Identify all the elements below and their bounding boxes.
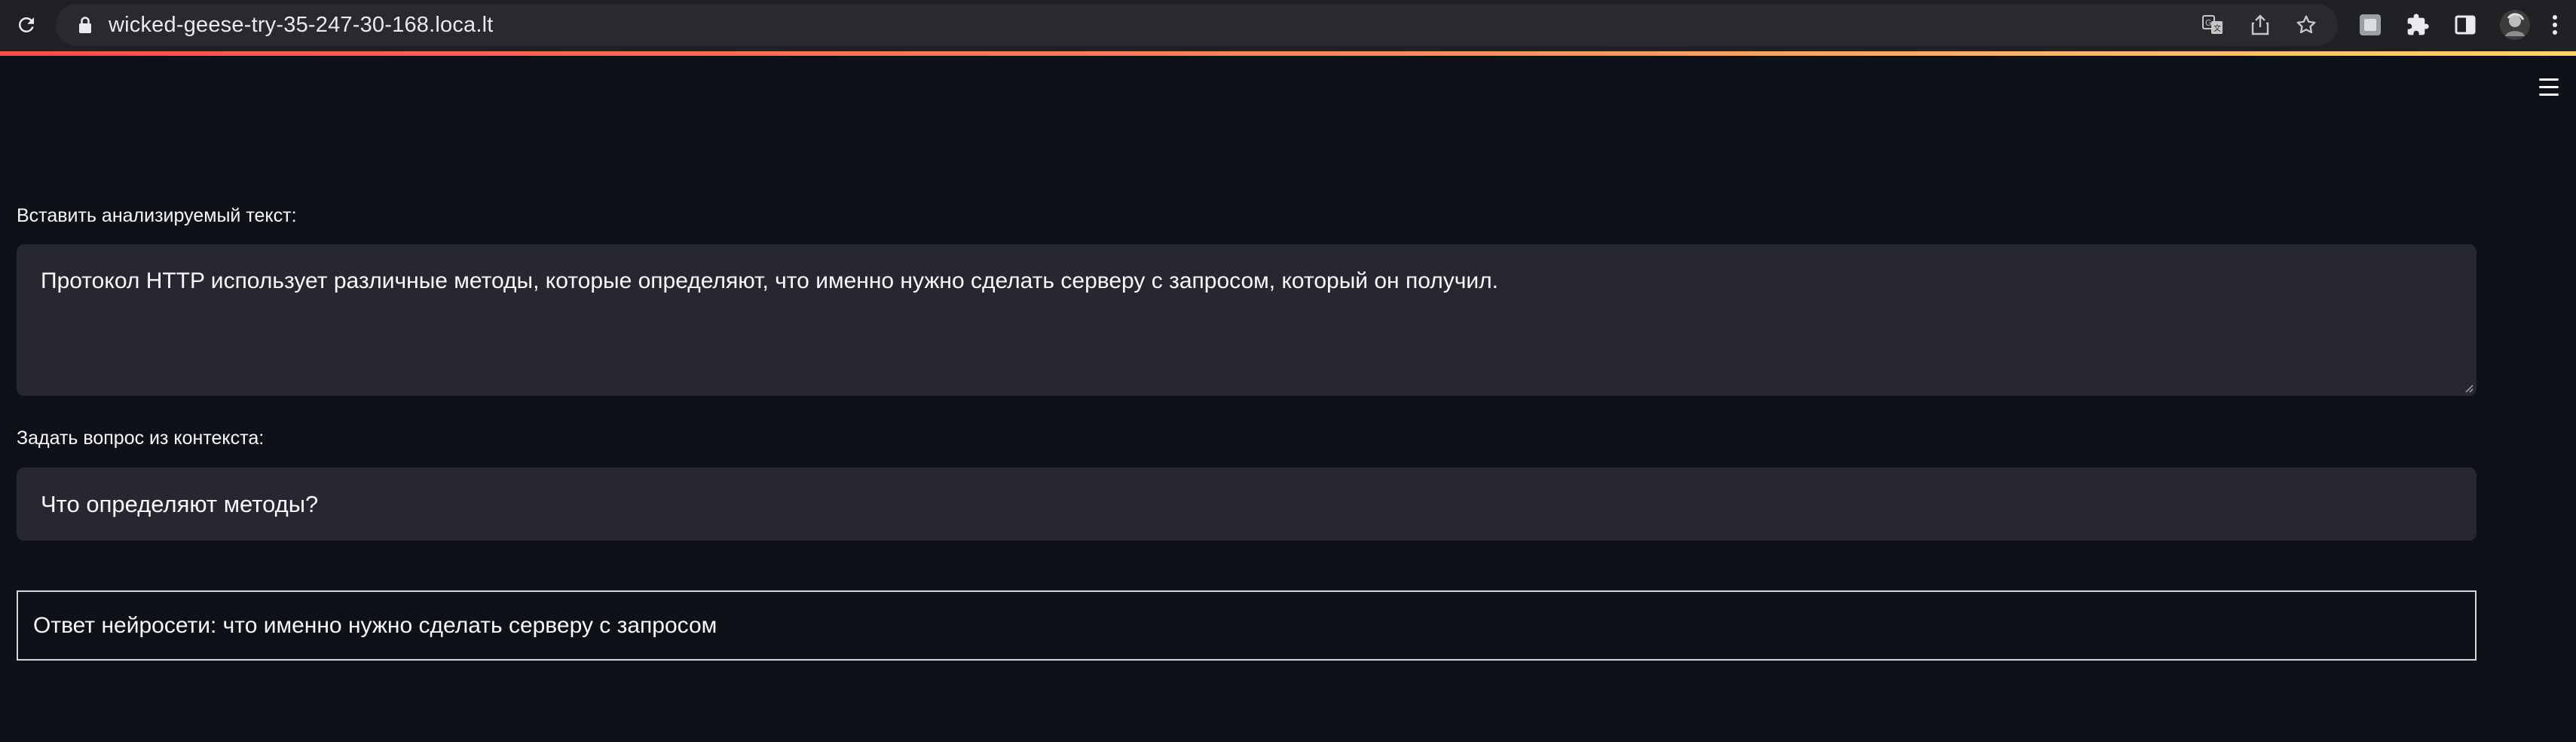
kebab-menu-icon[interactable] [2546, 11, 2564, 38]
question-input[interactable]: Что определяют методы? [17, 468, 2477, 541]
share-icon[interactable] [2247, 12, 2273, 38]
star-icon[interactable] [2293, 12, 2319, 38]
extension-icon[interactable] [2357, 11, 2384, 38]
question-input-value[interactable]: Что определяют методы? [41, 468, 318, 541]
lock-icon[interactable] [77, 16, 93, 34]
hamburger-menu-icon[interactable] [2536, 77, 2562, 100]
browser-toolbar: wicked-geese-try-35-247-30-168.loca.lt G… [0, 0, 2576, 51]
question-label: Задать вопрос из контекста: [17, 428, 265, 449]
url-text[interactable]: wicked-geese-try-35-247-30-168.loca.lt [109, 4, 494, 46]
svg-text:文: 文 [2213, 23, 2221, 33]
context-label: Вставить анализируемый текст: [17, 205, 297, 226]
address-bar[interactable]: wicked-geese-try-35-247-30-168.loca.lt G… [56, 4, 2338, 46]
context-textarea[interactable]: Протокол HTTP использует различные метод… [17, 244, 2477, 396]
puzzle-icon[interactable] [2404, 11, 2431, 38]
translate-icon[interactable]: G 文 [2200, 12, 2226, 38]
answer-text: Ответ нейросети: что именно нужно сделат… [33, 613, 717, 638]
context-textarea-value[interactable]: Протокол HTTP использует различные метод… [41, 268, 1498, 294]
svg-text:G: G [2205, 18, 2212, 28]
resize-grip-icon[interactable] [2461, 381, 2474, 393]
answer-box: Ответ нейросети: что именно нужно сделат… [17, 590, 2477, 661]
side-panel-icon[interactable] [2452, 11, 2479, 38]
reload-icon[interactable] [11, 9, 42, 41]
avatar[interactable] [2499, 9, 2531, 41]
